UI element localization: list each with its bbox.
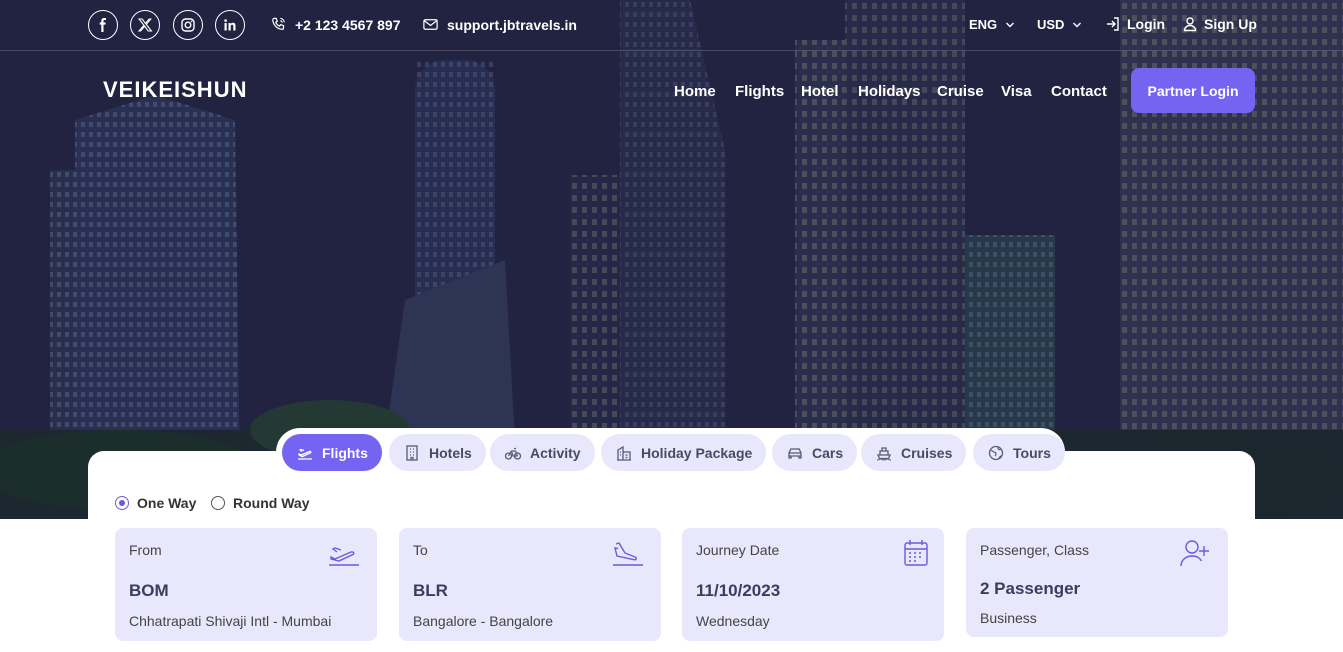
- to-field[interactable]: To BLR Bangalore - Bangalore: [399, 528, 661, 641]
- phone-number: +2 123 4567 897: [295, 16, 401, 33]
- instagram-icon[interactable]: [173, 10, 203, 40]
- x-icon[interactable]: [130, 10, 160, 40]
- radio-label: Round Way: [233, 495, 310, 511]
- user-icon: [1183, 17, 1197, 32]
- login-icon: [1107, 17, 1119, 31]
- globe-icon: [988, 445, 1004, 460]
- signup-label: Sign Up: [1204, 16, 1257, 32]
- radio-label: One Way: [137, 495, 197, 511]
- takeoff-icon: [329, 547, 359, 566]
- tab-activity[interactable]: Activity: [490, 434, 595, 471]
- login-link[interactable]: Login: [1105, 16, 1165, 32]
- radio-unselected-icon[interactable]: [211, 496, 225, 510]
- car-icon: [788, 447, 802, 459]
- signup-link[interactable]: Sign Up: [1182, 16, 1257, 32]
- nav-holidays[interactable]: Holidays: [858, 83, 921, 100]
- field-value: BOM: [129, 581, 169, 600]
- facebook-icon[interactable]: [88, 10, 118, 40]
- linkedin-icon[interactable]: [215, 10, 245, 40]
- tab-label: Cars: [812, 444, 844, 461]
- from-field[interactable]: From BOM Chhatrapati Shivaji Intl - Mumb…: [115, 528, 377, 641]
- field-subtext: Bangalore - Bangalore: [413, 613, 554, 629]
- passenger-class-field[interactable]: Passenger, Class 2 Passenger Business: [966, 528, 1228, 637]
- field-value: 2 Passenger: [980, 579, 1081, 598]
- building-icon: [406, 444, 418, 461]
- language-value: ENG: [969, 17, 998, 32]
- tab-tours[interactable]: Tours: [973, 434, 1065, 471]
- email-address: support.jbtravels.in: [447, 16, 577, 33]
- email-contact[interactable]: support.jbtravels.in: [422, 16, 577, 33]
- nav-contact[interactable]: Contact: [1051, 83, 1107, 100]
- site-logo[interactable]: VEIKEISHUN: [103, 77, 247, 103]
- ship-icon: [876, 446, 892, 461]
- field-label: From: [129, 542, 162, 558]
- radio-selected-icon[interactable]: [115, 496, 129, 510]
- nav-visa[interactable]: Visa: [1001, 83, 1032, 100]
- tab-label: Flights: [322, 444, 368, 461]
- tab-label: Activity: [530, 444, 581, 461]
- field-subtext: Wednesday: [696, 613, 770, 629]
- field-value: BLR: [413, 581, 448, 600]
- tab-label: Holiday Package: [641, 444, 753, 461]
- nav-hotel[interactable]: Hotel: [801, 83, 839, 100]
- trip-type-one-way[interactable]: One Way: [115, 495, 196, 511]
- field-subtext: Business: [980, 610, 1037, 626]
- mail-icon: [423, 19, 438, 30]
- field-label: Passenger, Class: [980, 542, 1089, 558]
- nav-cruise[interactable]: Cruise: [937, 83, 984, 100]
- field-label: Journey Date: [696, 542, 780, 558]
- login-label: Login: [1127, 16, 1166, 32]
- currency-value: USD: [1037, 17, 1065, 32]
- calendar-icon: [904, 540, 928, 566]
- tab-label: Tours: [1013, 444, 1051, 461]
- trip-type-round-way[interactable]: Round Way: [211, 495, 309, 511]
- bicycle-icon: [504, 447, 522, 460]
- field-value: 11/10/2023: [696, 581, 781, 600]
- phone-icon: [272, 17, 285, 30]
- landing-icon: [613, 542, 643, 566]
- tab-flights[interactable]: Flights: [282, 434, 382, 471]
- top-bar: +2 123 4567 897 support.jbtravels.in ENG…: [0, 0, 1343, 51]
- holiday-icon: [617, 445, 631, 461]
- language-dropdown[interactable]: ENG: [969, 17, 1015, 32]
- tab-hotels[interactable]: Hotels: [389, 434, 486, 471]
- tab-label: Cruises: [901, 444, 953, 461]
- chevron-down-icon: [1006, 22, 1015, 27]
- field-label: To: [413, 542, 428, 558]
- nav-flights[interactable]: Flights: [735, 83, 784, 100]
- nav-home[interactable]: Home: [674, 83, 716, 100]
- field-subtext: Chhatrapati Shivaji Intl - Mumbai: [129, 613, 332, 629]
- tab-cars[interactable]: Cars: [772, 434, 858, 471]
- tab-holiday-package[interactable]: Holiday Package: [601, 434, 767, 471]
- partner-login-button[interactable]: Partner Login: [1131, 68, 1255, 113]
- phone-contact[interactable]: +2 123 4567 897: [270, 16, 401, 33]
- tab-label: Hotels: [429, 444, 472, 461]
- chevron-down-icon: [1073, 22, 1082, 27]
- currency-dropdown[interactable]: USD: [1037, 17, 1082, 32]
- plane-icon: [298, 448, 312, 460]
- add-user-icon: [1180, 540, 1209, 567]
- journey-date-field[interactable]: Journey Date 11/10/2023 Wednesday: [682, 528, 944, 641]
- tab-cruises[interactable]: Cruises: [861, 434, 967, 471]
